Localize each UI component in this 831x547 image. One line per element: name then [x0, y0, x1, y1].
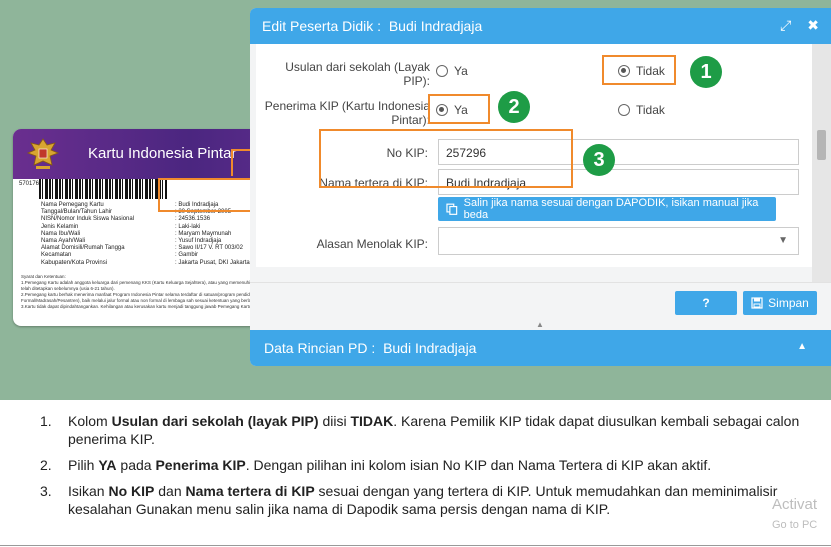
instruction-text: Kolom [68, 413, 112, 429]
instruction-item: 1. Kolom Usulan dari sekolah (layak PIP) … [40, 412, 800, 448]
kip-card-field-value: : Maryam Maymunah [175, 230, 232, 237]
barcode-icon [39, 179, 167, 199]
copy-icon [446, 203, 458, 215]
instruction-number: 2. [40, 457, 52, 473]
kip-card-field-label: Jenis Kelamin [41, 223, 79, 230]
dialog-title: Edit Peserta Didik : Budi Indradjaja [262, 18, 482, 34]
usulan-label: Usulan dari sekolah (Layak PIP): [285, 60, 430, 88]
kip-card-field-label: Tanggal/Bulan/Tahun Lahir [41, 209, 113, 216]
instruction-text: diisi [318, 413, 351, 429]
instruction-emphasis: No KIP [108, 483, 155, 499]
radio-unchecked-icon [436, 65, 448, 77]
collapse-handle-icon[interactable]: ▲ [520, 320, 560, 329]
watermark-line2: Go to PC [772, 519, 818, 531]
penerima-opt-tidak: Tidak [636, 103, 665, 117]
instruction-emphasis: Usulan dari sekolah (layak PIP) [111, 413, 319, 429]
instruction-emphasis: Penerima KIP [155, 457, 246, 473]
data-rincian-header[interactable]: Data Rincian PD : Budi Indradjaja ▲ [250, 330, 831, 366]
instruction-text: dan [154, 483, 186, 499]
chevron-up-icon[interactable]: ▲ [797, 341, 807, 352]
usulan-radio-ya[interactable]: Ya [436, 64, 468, 78]
kip-card-field-value: : Yusuf Indradjaja [175, 238, 222, 245]
dialog-header: Edit Peserta Didik : Budi Indradjaja ⤢ ✖ [250, 8, 831, 44]
kip-card-field-label: Kabupaten/Kota Provinsi [41, 259, 108, 266]
instruction-text: . Dengan pilihan ini kolom isian No KIP … [245, 457, 712, 473]
kip-card-field-value: : Jakarta Pusat, DKI Jakarta [175, 259, 250, 266]
window-controls[interactable]: ⤢ ✖ [780, 17, 825, 34]
kip-card-number-left: 570176 [19, 181, 40, 187]
chevron-down-icon: ▼ [778, 235, 788, 246]
save-label: Simpan [768, 296, 809, 310]
instruction-text: Pilih [68, 457, 99, 473]
instruction-list: 1. Kolom Usulan dari sekolah (layak PIP) … [40, 412, 800, 526]
kip-card-field-value: : Gambir [175, 252, 199, 259]
data-rincian-name: Budi Indradjaja [383, 340, 477, 356]
help-button[interactable]: ? [675, 291, 737, 315]
watermark-line1: Activat [772, 496, 818, 513]
instruction-number: 1. [40, 413, 52, 429]
penerima-label: Penerima KIP (Kartu Indonesia Pintar): [264, 99, 430, 127]
kip-fields-highlight [319, 129, 573, 188]
activate-windows-watermark: Activat Go to PC [772, 495, 817, 535]
instruction-number: 3. [40, 483, 52, 499]
copy-name-button[interactable]: Salin jika nama sesuai dengan DAPODIK, i… [438, 197, 776, 221]
instruction-emphasis: TIDAK [350, 413, 394, 429]
dialog-title-prefix: Edit Peserta Didik : [262, 18, 382, 34]
instruction-emphasis: YA [98, 457, 117, 473]
data-rincian-prefix: Data Rincian PD : [264, 340, 376, 356]
radio-unchecked-icon [618, 104, 630, 116]
usulan-opt-ya: Ya [454, 64, 468, 78]
kip-card-field-label: Alamat Domisili/Rumah Tangga [41, 245, 125, 252]
instruction-item: 3. Isikan No KIP dan Nama tertera di KIP … [40, 482, 800, 518]
step-badge-1: 1 [690, 56, 722, 88]
step-badge-3: 3 [583, 144, 615, 176]
alasan-select[interactable]: ▼ [438, 227, 799, 255]
save-button[interactable]: Simpan [743, 291, 817, 315]
kip-card-title: Kartu Indonesia Pintar [88, 145, 237, 162]
divider [0, 545, 831, 546]
penerima-radio-tidak[interactable]: Tidak [618, 103, 665, 117]
garuda-emblem-icon [26, 138, 60, 169]
kip-card-field-label: Nama Ibu/Wali [41, 230, 81, 237]
kip-card-field-label: NISN/Nomor Induk Siswa Nasional [41, 216, 135, 223]
kip-card-field-labels: Nama Pemegang Kartu Tanggal/Bulan/Tahun L… [41, 202, 134, 267]
dialog-title-name: Budi Indradjaja [388, 18, 483, 34]
instruction-text: Isikan [68, 483, 109, 499]
expand-close-icons[interactable]: ⤢ ✖ [780, 17, 825, 33]
instruction-text: pada [116, 457, 156, 473]
data-rincian-title: Data Rincian PD : Budi Indradjaja [264, 340, 476, 356]
dialog-scrollbar[interactable] [812, 44, 831, 282]
scrollbar-thumb[interactable] [817, 130, 826, 160]
usulan-tidak-highlight [602, 55, 676, 85]
alasan-label: Alasan Menolak KIP: [316, 237, 428, 251]
kip-card-field-label: Nama Ayah/Wali [41, 238, 86, 245]
penerima-ya-highlight [428, 94, 490, 124]
kip-card-field-value: : Sawo II/17 V. RT 003/02 [175, 245, 243, 252]
kip-card-field-label: Kecamatan [41, 252, 72, 259]
kip-card-field-value: : 24536.1536 [175, 216, 211, 223]
step-badge-2: 2 [498, 91, 530, 123]
kip-card-field-label: Nama Pemegang Kartu [41, 202, 104, 208]
screenshot-stage: Kartu Indonesia Pintar 570176 257296 Nam… [0, 0, 831, 400]
kip-card-field-value: : Laki-laki [175, 223, 201, 230]
copy-name-label: Salin jika nama sesuai dengan DAPODIK, i… [463, 197, 759, 221]
floppy-disk-icon [751, 297, 763, 309]
instruction-emphasis: Nama tertera di KIP [185, 483, 315, 499]
instruction-item: 2. Pilih YA pada Penerima KIP. Dengan pil… [40, 456, 800, 474]
help-icon: ? [702, 296, 710, 310]
